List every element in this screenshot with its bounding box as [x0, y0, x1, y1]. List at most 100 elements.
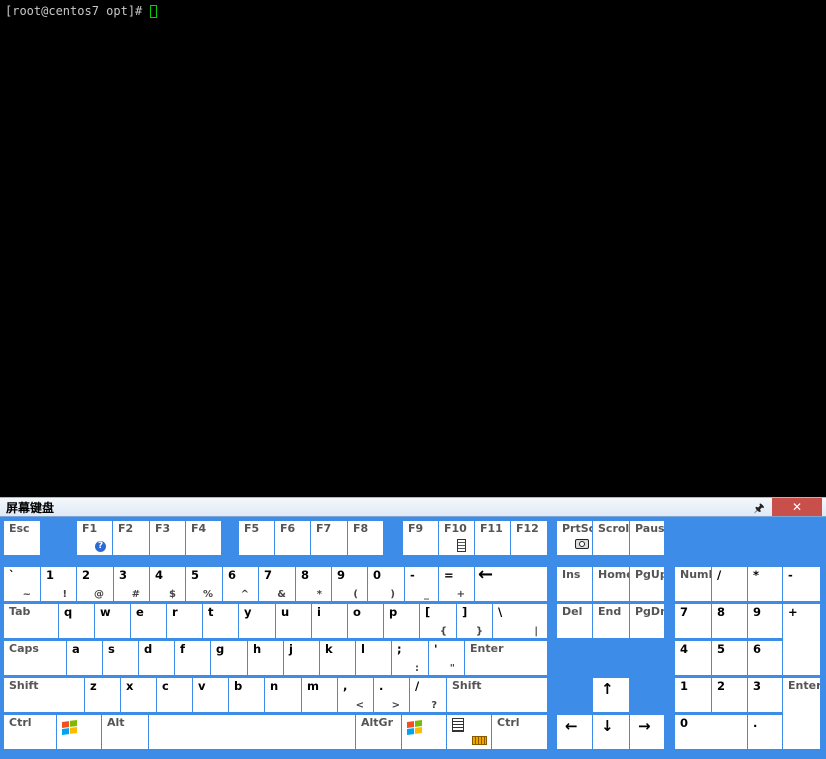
key-left[interactable]: ←: [557, 715, 592, 749]
key-z[interactable]: z: [85, 678, 120, 712]
key-k0[interactable]: 0): [368, 567, 404, 601]
key-esc[interactable]: Esc: [4, 521, 40, 555]
key-y[interactable]: y: [239, 604, 275, 638]
key-comma[interactable]: , <: [338, 678, 373, 712]
key-prtsc[interactable]: PrtSc: [557, 521, 592, 555]
key-s[interactable]: s: [103, 641, 138, 675]
key-g[interactable]: g: [211, 641, 247, 675]
key-b[interactable]: b: [229, 678, 264, 712]
key-altgr[interactable]: AltGr: [356, 715, 401, 749]
key-right[interactable]: →: [630, 715, 664, 749]
key-pgup[interactable]: PgUp: [630, 567, 664, 601]
key-p[interactable]: p: [384, 604, 419, 638]
key-f10[interactable]: F10: [439, 521, 474, 555]
key-d[interactable]: d: [139, 641, 174, 675]
key-f11[interactable]: F11: [475, 521, 510, 555]
key-up[interactable]: ↑: [593, 678, 629, 712]
key-c[interactable]: c: [157, 678, 192, 712]
key-o[interactable]: o: [348, 604, 383, 638]
key-num-mul[interactable]: *: [748, 567, 782, 601]
key-num-add[interactable]: +: [783, 604, 820, 675]
key-v[interactable]: v: [193, 678, 228, 712]
key-i[interactable]: i: [312, 604, 347, 638]
key-u[interactable]: u: [276, 604, 311, 638]
key-win-left[interactable]: [57, 715, 101, 749]
key-num8[interactable]: 8: [712, 604, 747, 638]
key-n[interactable]: n: [265, 678, 301, 712]
key-num1[interactable]: 1: [675, 678, 711, 712]
key-e[interactable]: e: [131, 604, 166, 638]
key-equals[interactable]: = +: [439, 567, 474, 601]
key-num-sub[interactable]: -: [783, 567, 820, 601]
key-f8[interactable]: F8: [348, 521, 383, 555]
key-num0[interactable]: 0: [675, 715, 747, 749]
key-num3[interactable]: 3: [748, 678, 782, 712]
key-pgdn[interactable]: PgDn: [630, 604, 664, 638]
key-r[interactable]: r: [167, 604, 202, 638]
key-alt[interactable]: Alt: [102, 715, 148, 749]
key-num4[interactable]: 4: [675, 641, 711, 675]
key-k8[interactable]: 8 *: [296, 567, 331, 601]
key-q[interactable]: q: [59, 604, 94, 638]
key-f12[interactable]: F12: [511, 521, 547, 555]
key-a[interactable]: a: [67, 641, 102, 675]
key-k3[interactable]: 3 #: [114, 567, 149, 601]
key-k7[interactable]: 7 &: [259, 567, 295, 601]
key-slash[interactable]: /?: [410, 678, 446, 712]
key-enter[interactable]: Enter: [465, 641, 547, 675]
key-rshift[interactable]: Shift: [447, 678, 547, 712]
key-f[interactable]: f: [175, 641, 210, 675]
key-lbracket[interactable]: [{: [420, 604, 456, 638]
key-h[interactable]: h: [248, 641, 283, 675]
key-menu[interactable]: [447, 715, 491, 749]
key-lctrl[interactable]: Ctrl: [4, 715, 56, 749]
key-f7[interactable]: F7: [311, 521, 347, 555]
key-quote[interactable]: ' ": [429, 641, 464, 675]
key-rctrl[interactable]: Ctrl: [492, 715, 547, 749]
key-lshift[interactable]: Shift: [4, 678, 84, 712]
key-k9[interactable]: 9(: [332, 567, 367, 601]
key-rbracket[interactable]: ]}: [457, 604, 492, 638]
key-period[interactable]: . >: [374, 678, 409, 712]
key-minus[interactable]: - _: [405, 567, 438, 601]
key-t[interactable]: t: [203, 604, 238, 638]
key-num6[interactable]: 6: [748, 641, 782, 675]
key-f9[interactable]: F9: [403, 521, 438, 555]
key-num7[interactable]: 7: [675, 604, 711, 638]
key-pause[interactable]: Pause: [630, 521, 664, 555]
key-l[interactable]: l: [356, 641, 391, 675]
key-down[interactable]: ↓: [593, 715, 629, 749]
key-del[interactable]: Del: [557, 604, 592, 638]
key-num-enter[interactable]: Enter: [783, 678, 820, 749]
key-num9[interactable]: 9: [748, 604, 782, 638]
key-f5[interactable]: F5: [239, 521, 274, 555]
key-num-dot[interactable]: .: [748, 715, 782, 749]
key-f4[interactable]: F4: [186, 521, 221, 555]
key-scroll[interactable]: Scroll: [593, 521, 629, 555]
key-ins[interactable]: Ins: [557, 567, 592, 601]
key-k2[interactable]: 2 @: [77, 567, 113, 601]
terminal-window[interactable]: [root@centos7 opt]#: [0, 0, 826, 497]
key-backspace[interactable]: ←: [475, 567, 547, 601]
key-backtick[interactable]: ` ~: [4, 567, 40, 601]
key-numlock[interactable]: NumL: [675, 567, 711, 601]
key-caps[interactable]: Caps: [4, 641, 66, 675]
key-j[interactable]: j: [284, 641, 319, 675]
key-f3[interactable]: F3: [150, 521, 185, 555]
key-semicolon[interactable]: ;:: [392, 641, 428, 675]
key-k1[interactable]: 1!: [41, 567, 76, 601]
key-k[interactable]: k: [320, 641, 355, 675]
key-m[interactable]: m: [302, 678, 337, 712]
key-win-right[interactable]: [402, 715, 446, 749]
key-k4[interactable]: 4 $: [150, 567, 185, 601]
key-home[interactable]: Home: [593, 567, 629, 601]
key-num5[interactable]: 5: [712, 641, 747, 675]
key-num-div[interactable]: /: [712, 567, 747, 601]
key-f2[interactable]: F2: [113, 521, 149, 555]
key-f6[interactable]: F6: [275, 521, 310, 555]
key-space[interactable]: [149, 715, 355, 749]
key-x[interactable]: x: [121, 678, 156, 712]
key-k6[interactable]: 6 ^: [223, 567, 258, 601]
key-num2[interactable]: 2: [712, 678, 747, 712]
key-backslash[interactable]: \ |: [493, 604, 547, 638]
